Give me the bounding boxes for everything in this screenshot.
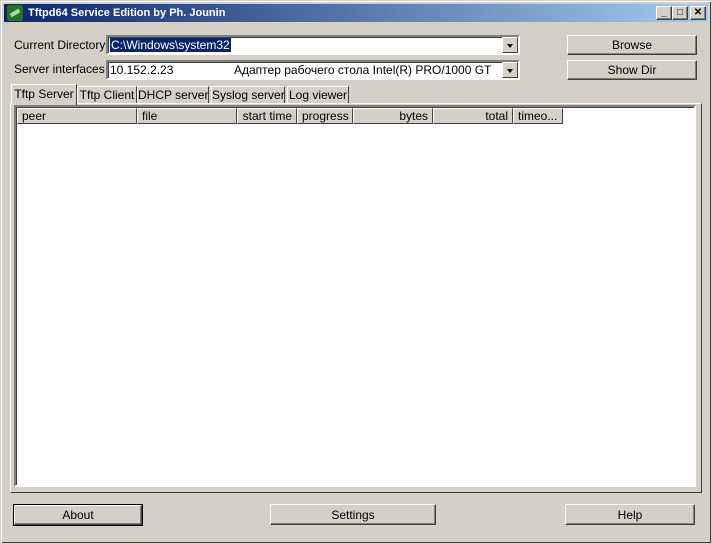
current-directory-label: Current Directory <box>14 38 106 52</box>
show-dir-button[interactable]: Show Dir <box>567 60 697 80</box>
chevron-down-icon[interactable] <box>502 37 518 53</box>
column-bytes[interactable]: bytes <box>353 108 433 124</box>
column-start-time[interactable]: start time <box>237 108 297 124</box>
tab-tftp-client[interactable]: Tftp Client <box>77 86 137 104</box>
title-bar[interactable]: Tftpd64 Service Edition by Ph. Jounin _ … <box>4 4 708 22</box>
tab-syslog-server[interactable]: Syslog server <box>211 86 285 104</box>
help-button[interactable]: Help <box>565 504 695 525</box>
column-total[interactable]: total <box>433 108 513 124</box>
close-button[interactable]: ✕ <box>690 6 706 20</box>
minimize-button[interactable]: _ <box>656 6 672 20</box>
tab-log-viewer[interactable]: Log viewer <box>287 86 349 104</box>
maximize-button[interactable]: □ <box>672 6 688 20</box>
current-directory-combo[interactable]: C:\Windows\system32 <box>106 35 520 55</box>
transfers-list[interactable]: peer file start time progress bytes tota… <box>14 105 696 487</box>
tftpd64-app-icon[interactable] <box>7 5 23 21</box>
server-interfaces-adapter: Адаптер рабочего стола Intel(R) PRO/1000… <box>234 63 492 77</box>
column-timeout[interactable]: timeo... <box>513 108 563 124</box>
settings-button[interactable]: Settings <box>270 504 436 525</box>
tab-dhcp-server[interactable]: DHCP server <box>137 86 209 104</box>
server-interfaces-combo[interactable]: 10.152.2.23 Адаптер рабочего стола Intel… <box>106 60 520 80</box>
about-button[interactable]: About <box>13 504 143 526</box>
server-interfaces-label: Server interfaces <box>14 62 105 76</box>
server-interfaces-ip: 10.152.2.23 <box>110 63 174 77</box>
list-header: peer file start time progress bytes tota… <box>17 108 695 124</box>
window-title: Tftpd64 Service Edition by Ph. Jounin <box>28 7 226 19</box>
column-file[interactable]: file <box>137 108 237 124</box>
browse-button[interactable]: Browse <box>567 35 697 55</box>
tab-tftp-server[interactable]: Tftp Server <box>11 84 77 105</box>
chevron-down-icon[interactable] <box>502 62 518 78</box>
column-progress[interactable]: progress <box>297 108 353 124</box>
column-peer[interactable]: peer <box>17 108 137 124</box>
main-window: Tftpd64 Service Edition by Ph. Jounin _ … <box>0 0 712 544</box>
current-directory-value[interactable]: C:\Windows\system32 <box>110 38 231 52</box>
